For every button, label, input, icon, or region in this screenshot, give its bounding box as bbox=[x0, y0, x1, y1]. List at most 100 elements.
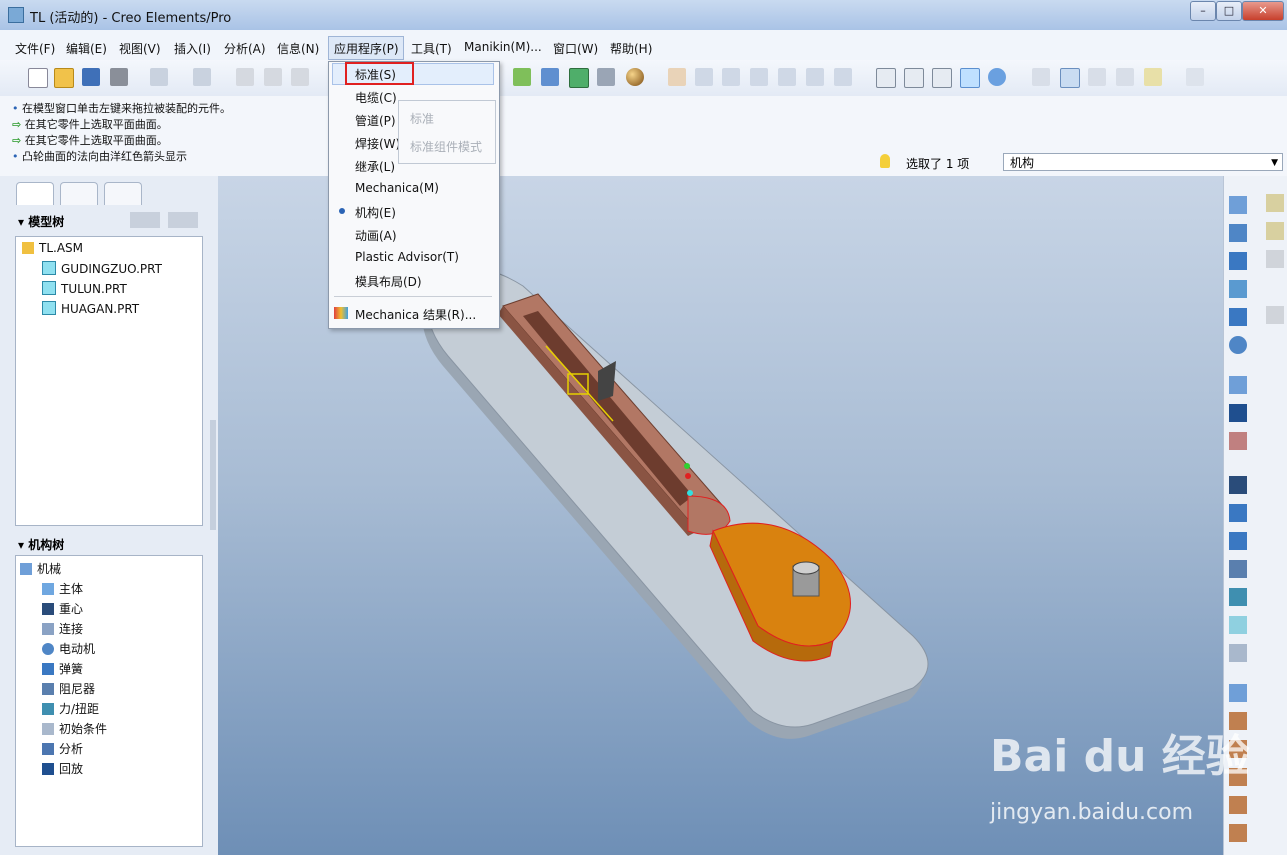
tree-item[interactable]: 阻尼器 bbox=[42, 680, 95, 697]
menu-help[interactable]: 帮助(H) bbox=[610, 40, 652, 57]
menu-info[interactable]: 信息(N) bbox=[277, 40, 319, 57]
table-icon[interactable] bbox=[1266, 306, 1284, 324]
tree-item[interactable]: 连接 bbox=[42, 620, 83, 637]
zoom-out-icon[interactable] bbox=[722, 68, 740, 86]
tree-show-icon[interactable] bbox=[168, 212, 198, 228]
tree-item[interactable]: 分析 bbox=[42, 740, 83, 757]
tree-item[interactable]: 力/扭距 bbox=[42, 700, 99, 717]
mechanism-display-icon[interactable] bbox=[1229, 196, 1247, 214]
connection-icon[interactable] bbox=[1229, 308, 1247, 326]
menu-item-cable[interactable]: 电缆(C) bbox=[355, 89, 397, 106]
tree-item-root[interactable]: TL.ASM bbox=[22, 241, 83, 255]
enhanced-realism-icon[interactable] bbox=[988, 68, 1006, 86]
menu-item-mechanism[interactable]: 机构(E) bbox=[355, 204, 396, 221]
menu-item-animation[interactable]: 动画(A) bbox=[355, 227, 397, 244]
appearance-sphere-icon[interactable] bbox=[626, 68, 644, 86]
annotations-icon[interactable] bbox=[1144, 68, 1162, 86]
measure-graph-icon[interactable] bbox=[1229, 432, 1247, 450]
tree-item[interactable]: 回放 bbox=[42, 760, 83, 777]
datum-point-icon[interactable] bbox=[1229, 796, 1247, 814]
panel-splitter[interactable] bbox=[210, 420, 216, 530]
coordinate-systems-icon[interactable] bbox=[1116, 68, 1134, 86]
layers-icon[interactable] bbox=[834, 68, 852, 86]
symbol-icon[interactable] bbox=[1266, 250, 1284, 268]
tree-item[interactable]: 重心 bbox=[42, 600, 83, 617]
force-torque-icon[interactable] bbox=[1229, 588, 1247, 606]
gear-pair-icon[interactable] bbox=[1229, 252, 1247, 270]
datum-planes-icon[interactable] bbox=[1032, 68, 1050, 86]
tree-item[interactable]: GUDINGZUO.PRT bbox=[42, 261, 162, 276]
menu-item-piping[interactable]: 管道(P) bbox=[355, 112, 396, 129]
selection-filter-dropdown[interactable]: 机构 ▼ bbox=[1003, 153, 1283, 171]
note-icon[interactable] bbox=[1266, 194, 1284, 212]
reorient-icon[interactable] bbox=[778, 68, 796, 86]
tab-folder-browser[interactable] bbox=[60, 182, 98, 205]
paste-icon[interactable] bbox=[291, 68, 309, 86]
menu-item-standard[interactable]: 标准(S) bbox=[355, 66, 396, 83]
hidden-line-icon[interactable] bbox=[904, 68, 924, 88]
minimize-button[interactable]: – bbox=[1190, 1, 1216, 21]
wireframe-icon[interactable] bbox=[876, 68, 896, 88]
tree-settings-icon[interactable] bbox=[130, 212, 160, 228]
open-folder-icon[interactable] bbox=[54, 68, 74, 88]
close-button[interactable]: ✕ bbox=[1242, 1, 1284, 21]
tree-item[interactable]: TULUN.PRT bbox=[42, 281, 127, 296]
datum-csys-icon[interactable] bbox=[1229, 824, 1247, 842]
menu-applications[interactable]: 应用程序(P) bbox=[334, 40, 399, 57]
spring-icon[interactable] bbox=[1229, 532, 1247, 550]
zoom-fit-icon[interactable] bbox=[750, 68, 768, 86]
mass-properties-icon[interactable] bbox=[1229, 644, 1247, 662]
tab-favorites[interactable] bbox=[104, 182, 142, 205]
print-icon[interactable] bbox=[110, 68, 128, 86]
menu-item-mold-layout[interactable]: 模具布局(D) bbox=[355, 273, 422, 290]
saved-views-icon[interactable] bbox=[806, 68, 824, 86]
menu-window[interactable]: 窗口(W) bbox=[553, 40, 598, 57]
menu-analysis[interactable]: 分析(A) bbox=[224, 40, 266, 57]
maximize-button[interactable]: □ bbox=[1216, 1, 1242, 21]
redo-icon[interactable] bbox=[193, 68, 211, 86]
menu-tools[interactable]: 工具(T) bbox=[411, 40, 452, 57]
zoom-in-icon[interactable] bbox=[695, 68, 713, 86]
cut-icon[interactable] bbox=[236, 68, 254, 86]
sketch-icon[interactable] bbox=[1229, 684, 1247, 702]
undo-icon[interactable] bbox=[150, 68, 168, 86]
menu-insert[interactable]: 插入(I) bbox=[174, 40, 211, 57]
save-icon[interactable] bbox=[82, 68, 100, 86]
pan-hand-icon[interactable] bbox=[668, 68, 686, 86]
datum-points-icon[interactable] bbox=[1088, 68, 1106, 86]
initial-condition-icon[interactable] bbox=[1229, 616, 1247, 634]
menu-manikin[interactable]: Manikin(M)... bbox=[464, 40, 542, 54]
shading-icon[interactable] bbox=[960, 68, 980, 88]
datum-axes-icon[interactable] bbox=[1060, 68, 1080, 88]
no-hidden-icon[interactable] bbox=[932, 68, 952, 88]
menu-item-mechanica[interactable]: Mechanica(M) bbox=[355, 181, 439, 195]
belt-icon[interactable] bbox=[1229, 280, 1247, 298]
menu-edit[interactable]: 编辑(E) bbox=[66, 40, 107, 57]
cam-icon[interactable] bbox=[1229, 224, 1247, 242]
execute-icon[interactable] bbox=[1229, 504, 1247, 522]
tab-model-tree[interactable] bbox=[16, 182, 54, 205]
context-help-icon[interactable] bbox=[1186, 68, 1204, 86]
annotation-icon[interactable] bbox=[1266, 222, 1284, 240]
playback-icon[interactable] bbox=[1229, 404, 1247, 422]
tree-item[interactable]: 主体 bbox=[42, 580, 83, 597]
tree-item[interactable]: HUAGAN.PRT bbox=[42, 301, 139, 316]
menu-item-welding[interactable]: 焊接(W) bbox=[355, 135, 400, 152]
model-tree-toggle-icon[interactable] bbox=[513, 68, 531, 86]
menu-file[interactable]: 文件(F) bbox=[15, 40, 55, 57]
tree-item[interactable]: 初始条件 bbox=[42, 720, 107, 737]
datum-display-icon[interactable] bbox=[569, 68, 589, 88]
menu-item-plastic-advisor[interactable]: Plastic Advisor(T) bbox=[355, 250, 459, 264]
tree-item-root[interactable]: 机械 bbox=[20, 560, 61, 577]
tree-item[interactable]: 弹簧 bbox=[42, 660, 83, 677]
damper-icon[interactable] bbox=[1229, 560, 1247, 578]
tree-item[interactable]: 电动机 bbox=[42, 640, 95, 657]
submenu-item-standard[interactable]: 标准 bbox=[410, 110, 434, 127]
menu-view[interactable]: 视图(V) bbox=[119, 40, 161, 57]
submenu-item-standard-assembly[interactable]: 标准组件模式 bbox=[410, 138, 482, 155]
new-file-icon[interactable] bbox=[28, 68, 48, 88]
menu-item-mechanica-results[interactable]: Mechanica 结果(R)... bbox=[355, 306, 476, 323]
regenerate-icon[interactable] bbox=[541, 68, 559, 86]
csys-icon[interactable] bbox=[597, 68, 615, 86]
gravity-icon[interactable] bbox=[1229, 476, 1247, 494]
